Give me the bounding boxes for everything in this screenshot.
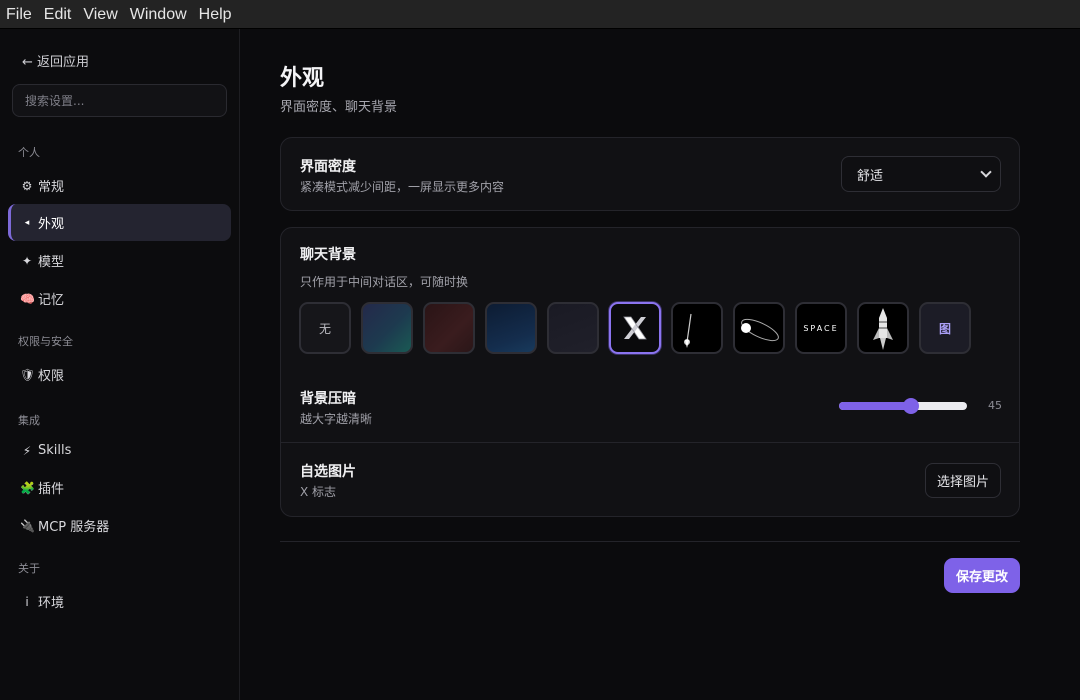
- menu-bar: File Edit View Window Help: [0, 0, 1080, 29]
- page-subtitle: 界面密度、聊天背景: [280, 100, 398, 115]
- custom-image-desc: X 标志: [300, 485, 337, 499]
- footer-divider: [280, 541, 1020, 542]
- dim-slider[interactable]: [839, 398, 967, 414]
- brain-icon: 🧠: [20, 291, 35, 306]
- background-option-rocket[interactable]: [857, 302, 909, 354]
- density-select[interactable]: 舒适: [841, 156, 1001, 192]
- divider: [281, 442, 1019, 443]
- slider-knob[interactable]: [902, 398, 919, 414]
- dim-value: 45: [988, 399, 1002, 412]
- background-option-none[interactable]: 无: [299, 302, 351, 354]
- gear-icon: ⚙: [21, 178, 33, 193]
- sidebar-item-label: 模型: [38, 255, 65, 270]
- shield-icon: 🛡: [20, 367, 36, 382]
- custom-image-title: 自选图片: [300, 464, 356, 480]
- slider-fill: [839, 402, 911, 410]
- page-title: 外观: [280, 66, 325, 91]
- background-option-aurora[interactable]: [361, 302, 413, 354]
- menu-file[interactable]: File: [0, 0, 38, 29]
- save-changes-button[interactable]: 保存更改: [944, 558, 1020, 593]
- comet-icon: [684, 313, 692, 348]
- sidebar-item-general[interactable]: ⚙ 常规: [8, 167, 231, 204]
- background-option-comet[interactable]: [671, 302, 723, 354]
- sidebar-item-permissions[interactable]: 🛡 权限: [8, 356, 231, 393]
- rocket-icon: [873, 308, 893, 350]
- menu-window[interactable]: Window: [124, 0, 193, 29]
- chevron-down-icon: [980, 166, 992, 178]
- sidebar-item-plugins[interactable]: 🧩 插件: [8, 469, 231, 506]
- section-personal: 个人: [18, 146, 40, 159]
- dim-desc: 越大字越清晰: [300, 412, 373, 426]
- background-option-planet[interactable]: [733, 302, 785, 354]
- settings-search-input[interactable]: [12, 84, 227, 117]
- sidebar-item-label: 外观: [38, 217, 65, 232]
- x-logo-icon: [623, 316, 647, 340]
- sidebar-item-label: MCP 服务器: [38, 520, 110, 535]
- settings-main: 外观 界面密度、聊天背景 界面密度 紧凑模式减少间距，一屏显示更多内容 舒适 聊…: [241, 29, 1080, 700]
- sidebar-item-skills[interactable]: ⚡ Skills: [8, 432, 231, 469]
- planet-icon: [741, 318, 779, 342]
- caret-left-icon: ◂: [24, 217, 30, 228]
- density-select-value: 舒适: [857, 168, 884, 184]
- menu-view[interactable]: View: [77, 0, 123, 29]
- sidebar-item-environment[interactable]: i 环境: [8, 583, 231, 620]
- sidebar-item-mcp[interactable]: 🔌 MCP 服务器: [8, 507, 231, 544]
- lightning-icon: ⚡: [22, 443, 32, 458]
- sidebar-item-label: 环境: [38, 596, 65, 611]
- menu-help[interactable]: Help: [193, 0, 238, 29]
- sidebar-item-label: 权限: [38, 369, 65, 384]
- sidebar-item-memory[interactable]: 🧠 记忆: [8, 280, 231, 317]
- sidebar-item-model[interactable]: ✦ 模型: [8, 242, 231, 279]
- space-wordmark: SPACE: [803, 323, 839, 333]
- sparkle-icon: ✦: [21, 253, 33, 268]
- sidebar-item-appearance[interactable]: ◂ 外观: [8, 204, 231, 241]
- choose-image-button[interactable]: 选择图片: [925, 463, 1001, 498]
- background-title: 聊天背景: [300, 247, 356, 263]
- density-desc: 紧凑模式减少间距，一屏显示更多内容: [300, 180, 505, 194]
- background-thumbnails: 无 SPACE 图: [299, 302, 971, 354]
- background-option-x-logo[interactable]: [609, 302, 661, 354]
- background-desc: 只作用于中间对话区，可随时换: [300, 275, 469, 289]
- background-option-space[interactable]: SPACE: [795, 302, 847, 354]
- background-option-slate[interactable]: [547, 302, 599, 354]
- sidebar-item-label: 常规: [38, 180, 65, 195]
- sidebar-item-label: Skills: [38, 443, 72, 458]
- sidebar: ← 返回应用 个人 ⚙ 常规 ◂ 外观 ✦ 模型 🧠 记忆 权限与安全 🛡 权限…: [0, 29, 240, 700]
- sidebar-item-label: 记忆: [38, 293, 65, 308]
- background-option-custom-image[interactable]: 图: [919, 302, 971, 354]
- density-title: 界面密度: [300, 159, 356, 175]
- menu-edit[interactable]: Edit: [38, 0, 78, 29]
- dim-title: 背景压暗: [300, 391, 356, 407]
- section-security: 权限与安全: [18, 335, 73, 348]
- chat-background-card: 聊天背景 只作用于中间对话区，可随时换 无 SPACE 图 背景压暗 越大字越清…: [280, 227, 1020, 517]
- sidebar-item-label: 插件: [38, 482, 65, 497]
- back-to-app-link[interactable]: ← 返回应用: [22, 51, 89, 70]
- puzzle-icon: 🧩: [20, 480, 35, 495]
- density-card: 界面密度 紧凑模式减少间距，一屏显示更多内容 舒适: [280, 137, 1020, 211]
- background-option-ocean[interactable]: [485, 302, 537, 354]
- background-option-crimson[interactable]: [423, 302, 475, 354]
- plug-icon: 🔌: [20, 518, 35, 533]
- section-integration: 集成: [18, 414, 40, 427]
- section-about: 关于: [18, 562, 40, 575]
- info-icon: i: [25, 594, 29, 609]
